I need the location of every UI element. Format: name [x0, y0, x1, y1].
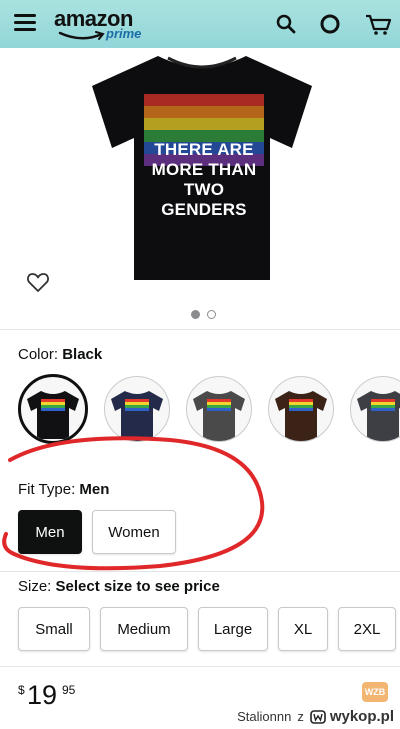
size-option-small[interactable]: Small — [18, 607, 90, 651]
divider — [0, 666, 400, 667]
wykop-logo-icon — [310, 709, 326, 724]
size-label: Size: — [18, 578, 52, 595]
color-label-row: Color: Black — [18, 346, 102, 363]
color-value: Black — [62, 346, 103, 363]
watermark-badge: WZB — [362, 682, 388, 702]
size-option-label: Small — [35, 620, 73, 638]
size-option-label: XL — [293, 620, 313, 638]
credit-site: wykop.pl — [329, 708, 394, 725]
wishlist-heart-icon[interactable] — [26, 270, 50, 294]
price-fraction: 95 — [62, 683, 76, 697]
carousel-dot[interactable] — [207, 310, 216, 319]
size-option-label: 2XL — [353, 620, 381, 638]
size-option-label: Medium — [117, 620, 171, 638]
size-label-row: Size: Select size to see price — [18, 578, 220, 595]
cart-icon[interactable] — [364, 12, 392, 36]
fit-option-label: Women — [108, 523, 160, 541]
color-swatch-brown[interactable] — [268, 376, 334, 442]
color-swatch-dark-heather[interactable] — [186, 376, 252, 442]
credit-user: Stalionnn — [237, 709, 292, 724]
amazon-prime-logo[interactable]: amazon prime — [54, 6, 164, 44]
search-icon[interactable] — [274, 12, 298, 36]
size-value: Select size to see price — [55, 578, 220, 595]
size-option-2xl[interactable]: 2XL — [338, 607, 396, 651]
fit-type-value: Men — [79, 481, 110, 498]
top-nav-bar: amazon prime — [0, 0, 400, 48]
fit-type-label: Fit Type: — [18, 481, 76, 498]
carousel-dot-active[interactable] — [191, 310, 200, 319]
fit-option-women[interactable]: Women — [92, 510, 176, 554]
size-option-xl[interactable]: XL — [278, 607, 328, 651]
fit-option-men[interactable]: Men — [18, 510, 82, 554]
price-currency: $ — [18, 683, 25, 697]
menu-icon[interactable] — [14, 14, 36, 32]
account-icon[interactable] — [318, 12, 342, 36]
size-option-label: Large — [213, 620, 253, 638]
source-credit: Stalionnn z wykop.pl — [237, 708, 394, 725]
fit-option-label: Men — [35, 523, 65, 541]
size-option-large[interactable]: Large — [198, 607, 268, 651]
shirt-print-text: THERE ARE MORE THAN TWO GENDERS — [151, 140, 257, 219]
divider — [0, 329, 400, 330]
fit-type-label-row: Fit Type: Men — [18, 481, 109, 498]
color-swatch-navy[interactable] — [104, 376, 170, 442]
logo-prime: prime — [106, 26, 142, 41]
credit-joiner: z — [297, 709, 304, 724]
smile-arrow-icon — [58, 31, 105, 40]
color-swatch-black[interactable] — [18, 374, 88, 444]
size-option-medium[interactable]: Medium — [100, 607, 188, 651]
product-image-area[interactable]: THERE ARE MORE THAN TWO GENDERS — [0, 48, 400, 300]
divider — [0, 571, 400, 572]
image-carousel-dots[interactable] — [191, 310, 221, 320]
color-swatch-asphalt[interactable] — [350, 376, 400, 442]
color-label: Color: — [18, 346, 59, 363]
red-annotation-circle — [2, 436, 265, 571]
